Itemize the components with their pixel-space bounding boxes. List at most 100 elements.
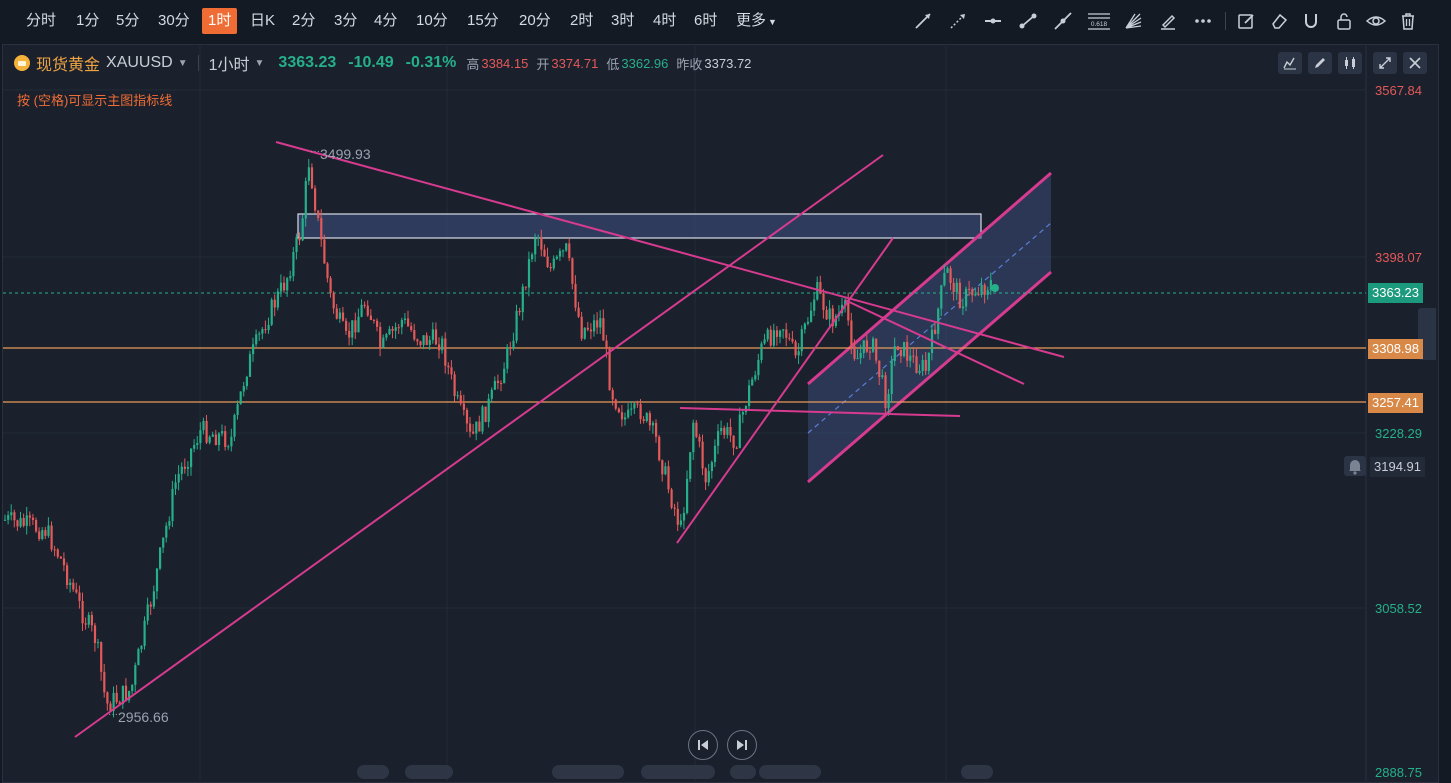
candle-body bbox=[968, 288, 971, 290]
candle-body bbox=[788, 337, 791, 339]
candle-body bbox=[599, 318, 602, 328]
candle-body bbox=[825, 310, 828, 320]
candle-body bbox=[580, 316, 583, 339]
candle-body bbox=[379, 326, 382, 348]
candle-body bbox=[918, 371, 921, 373]
candle-body bbox=[224, 431, 227, 448]
close-icon[interactable] bbox=[1403, 52, 1427, 74]
edit-icon[interactable] bbox=[1308, 52, 1332, 74]
candle-body bbox=[13, 512, 16, 521]
axis-label-3: 3228.29 bbox=[1375, 426, 1422, 441]
low-value: 3362.96 bbox=[621, 55, 669, 71]
symbol-name-cn[interactable]: 现货黄金 bbox=[36, 51, 100, 75]
resistance-zone[interactable] bbox=[297, 213, 982, 239]
candle-body bbox=[422, 335, 425, 346]
candle-body bbox=[295, 237, 298, 253]
candle-body bbox=[648, 413, 651, 426]
axis-label-4: 3058.52 bbox=[1375, 601, 1422, 616]
candle-body bbox=[329, 278, 332, 293]
candle-body bbox=[252, 344, 255, 355]
high-label: 高 bbox=[466, 56, 480, 72]
scrollbar[interactable] bbox=[1439, 44, 1451, 783]
candle-body bbox=[577, 307, 580, 317]
candle-type-icon[interactable] bbox=[1338, 52, 1362, 74]
prev-close-value: 3373.72 bbox=[704, 55, 752, 71]
candle-body bbox=[221, 431, 224, 434]
alert-bell-icon[interactable] bbox=[1344, 456, 1366, 476]
candle-body bbox=[211, 434, 214, 437]
step-back-button[interactable] bbox=[688, 730, 718, 760]
candle-body bbox=[180, 466, 183, 474]
candle-body bbox=[376, 320, 379, 327]
candle-body bbox=[927, 353, 930, 371]
candle-body bbox=[682, 512, 686, 521]
expand-icon[interactable] bbox=[1373, 52, 1397, 74]
candle-body bbox=[75, 589, 78, 593]
candle-body bbox=[785, 329, 788, 338]
candle-body bbox=[335, 308, 338, 319]
candle-body bbox=[214, 434, 217, 446]
candle-body bbox=[441, 338, 444, 351]
candle-body bbox=[518, 310, 521, 313]
symbol-code[interactable]: XAUUSD bbox=[106, 54, 173, 72]
candle-body bbox=[397, 327, 400, 329]
candle-body bbox=[813, 299, 816, 311]
candle-body bbox=[391, 328, 394, 331]
candle-body bbox=[568, 243, 571, 259]
candle-body bbox=[555, 256, 558, 259]
candle-body bbox=[909, 355, 912, 361]
period-selector[interactable]: 1小时 bbox=[209, 51, 250, 75]
axis-label-bottom: 2888.75 bbox=[1375, 765, 1422, 780]
candle-body bbox=[239, 391, 242, 405]
candle-body bbox=[741, 412, 744, 415]
candle-body bbox=[878, 360, 881, 378]
candle-body bbox=[713, 445, 717, 463]
candle-body bbox=[534, 238, 537, 255]
candle-body bbox=[416, 339, 419, 342]
candle-body bbox=[940, 285, 943, 309]
candle-body bbox=[540, 237, 543, 250]
level-tag-1[interactable]: 3308.98 bbox=[1368, 339, 1423, 359]
candle-body bbox=[255, 334, 258, 345]
indicator-icon[interactable] bbox=[1278, 52, 1302, 74]
time-label bbox=[357, 765, 389, 779]
candle-body bbox=[503, 368, 506, 384]
candle-body bbox=[304, 180, 307, 219]
candle-body bbox=[431, 329, 434, 340]
candle-body bbox=[341, 312, 345, 321]
candle-body bbox=[332, 292, 335, 309]
candle-body bbox=[974, 294, 977, 296]
candle-body bbox=[481, 406, 484, 432]
price-change-pct: -0.31% bbox=[405, 54, 457, 71]
candle-body bbox=[273, 299, 276, 308]
candle-body bbox=[754, 375, 757, 380]
price-chart[interactable] bbox=[0, 0, 1440, 783]
alert-price-tag[interactable]: 3194.91 bbox=[1370, 457, 1425, 477]
trendline-up-long[interactable] bbox=[74, 154, 884, 738]
candle-body bbox=[146, 604, 149, 621]
chevron-down-icon[interactable]: ▼ bbox=[178, 58, 188, 69]
candle-body bbox=[44, 530, 47, 536]
candle-body bbox=[338, 312, 341, 319]
candle-body bbox=[165, 525, 168, 538]
candle-body bbox=[31, 517, 35, 520]
level-tag-2[interactable]: 3257.41 bbox=[1368, 393, 1423, 413]
candle-body bbox=[611, 390, 614, 400]
candle-body bbox=[434, 329, 438, 345]
candle-body bbox=[307, 167, 310, 181]
candle-body bbox=[698, 436, 701, 442]
step-forward-button[interactable] bbox=[727, 730, 757, 760]
candle-body bbox=[602, 318, 605, 341]
candle-body bbox=[806, 321, 810, 324]
candle-body bbox=[906, 341, 909, 361]
candle-body bbox=[980, 284, 983, 295]
candle-body bbox=[779, 330, 782, 337]
gold-coin-icon bbox=[14, 55, 30, 71]
chevron-down-icon[interactable]: ▼ bbox=[255, 58, 265, 69]
candle-body bbox=[56, 549, 59, 557]
candle-body bbox=[893, 346, 896, 361]
min-price-annotation: ···2956.66 bbox=[108, 709, 169, 725]
skip-forward-icon bbox=[737, 740, 747, 750]
candle-body bbox=[162, 537, 165, 548]
candle-body bbox=[7, 515, 10, 520]
